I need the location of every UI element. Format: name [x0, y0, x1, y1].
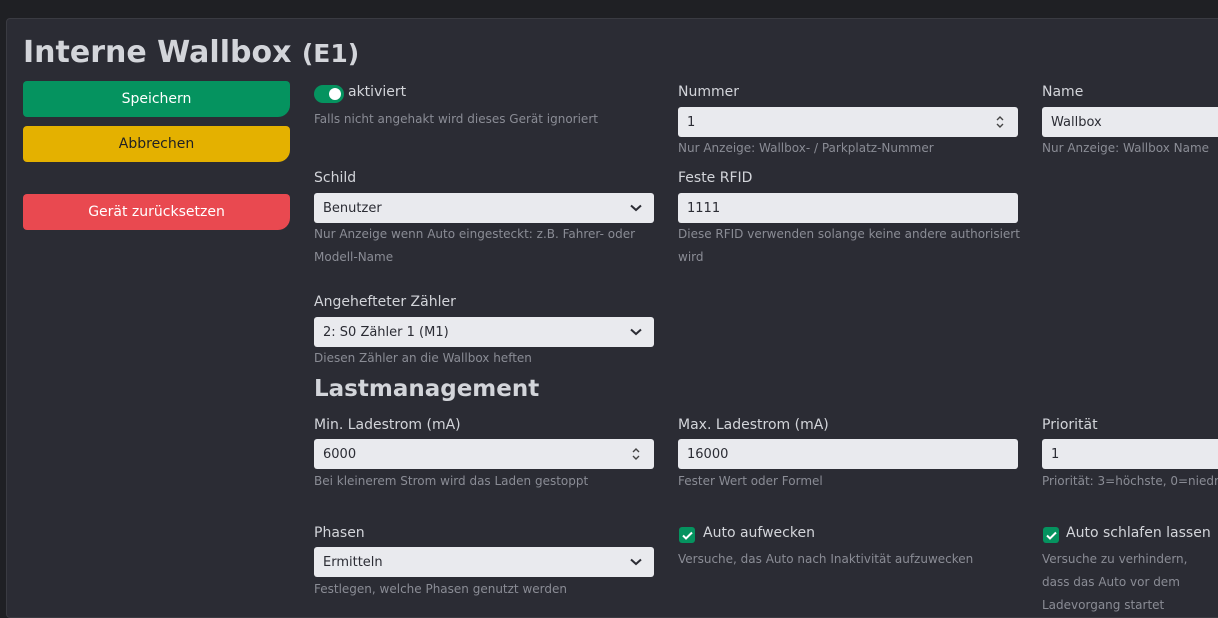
- wake-checkbox[interactable]: [679, 527, 695, 543]
- checkmark-icon: [681, 531, 693, 540]
- nummer-value: 1: [687, 114, 696, 130]
- phasen-select[interactable]: Ermitteln: [314, 547, 654, 577]
- enabled-label: aktiviert: [348, 84, 407, 100]
- min-current-input[interactable]: 6000: [314, 439, 654, 469]
- max-current-value: 16000: [687, 446, 729, 462]
- zaehler-help: Diesen Zähler an die Wallbox heften: [314, 351, 532, 365]
- nummer-help: Nur Anzeige: Wallbox- / Parkplatz-Nummer: [678, 141, 934, 155]
- page-title: Interne Wallbox (E1): [23, 35, 359, 70]
- max-current-help: Fester Wert oder Formel: [678, 474, 823, 488]
- stepper-icon[interactable]: [982, 115, 1018, 129]
- name-label: Name: [1042, 84, 1084, 100]
- nummer-label: Nummer: [678, 84, 739, 100]
- priority-input[interactable]: 1: [1042, 439, 1218, 469]
- phasen-label: Phasen: [314, 525, 365, 541]
- sleep-label: Auto schlafen lassen: [1066, 525, 1211, 541]
- chevron-down-icon: [618, 328, 654, 336]
- rfid-label: Feste RFID: [678, 170, 753, 186]
- zaehler-select[interactable]: 2: S0 Zähler 1 (M1): [314, 317, 654, 347]
- schild-value: Benutzer: [323, 200, 382, 216]
- sleep-checkbox[interactable]: [1043, 527, 1059, 543]
- priority-label: Priorität: [1042, 417, 1098, 433]
- zaehler-label: Angehefteter Zähler: [314, 294, 456, 310]
- nummer-input[interactable]: 1: [678, 107, 1018, 137]
- chevron-down-icon: [618, 204, 654, 212]
- wake-label: Auto aufwecken: [703, 525, 815, 541]
- checkmark-icon: [1045, 531, 1057, 540]
- enabled-toggle[interactable]: [314, 85, 344, 103]
- rfid-input[interactable]: 1111: [678, 193, 1018, 223]
- enabled-help: Falls nicht angehakt wird dieses Gerät i…: [314, 112, 598, 126]
- page-title-suffix: (E1): [301, 39, 360, 68]
- zaehler-value: 2: S0 Zähler 1 (M1): [323, 324, 449, 340]
- chevron-down-icon: [618, 558, 654, 566]
- name-help: Nur Anzeige: Wallbox Name: [1042, 141, 1210, 155]
- sleep-help: Versuche zu verhindern, dass das Auto vo…: [1042, 552, 1188, 612]
- lastmanagement-heading: Lastmanagement: [314, 376, 540, 402]
- schild-select[interactable]: Benutzer: [314, 193, 654, 223]
- rfid-help: Diese RFID verwenden solange keine ander…: [678, 227, 1020, 264]
- max-current-label: Max. Ladestrom (mA): [678, 417, 829, 433]
- stepper-icon[interactable]: [618, 447, 654, 461]
- reset-device-button[interactable]: Gerät zurücksetzen: [23, 194, 290, 230]
- min-current-help: Bei kleinerem Strom wird das Laden gesto…: [314, 474, 589, 488]
- min-current-label: Min. Ladestrom (mA): [314, 417, 461, 433]
- page-title-text: Interne Wallbox: [23, 35, 292, 70]
- save-button[interactable]: Speichern: [23, 81, 290, 117]
- priority-value: 1: [1051, 446, 1060, 462]
- wake-help: Versuche, das Auto nach Inaktivität aufz…: [678, 552, 974, 566]
- min-current-value: 6000: [323, 446, 357, 462]
- cancel-button[interactable]: Abbrechen: [23, 126, 290, 162]
- name-input[interactable]: Wallbox: [1042, 107, 1218, 137]
- schild-help: Nur Anzeige wenn Auto eingesteckt: z.B. …: [314, 227, 636, 264]
- priority-help: Priorität: 3=höchste, 0=niedrigste: [1042, 474, 1218, 488]
- schild-label: Schild: [314, 170, 357, 186]
- phasen-value: Ermitteln: [323, 554, 383, 570]
- name-value: Wallbox: [1051, 114, 1102, 130]
- rfid-value: 1111: [687, 200, 721, 216]
- max-current-input[interactable]: 16000: [678, 439, 1018, 469]
- toggle-knob: [329, 88, 341, 100]
